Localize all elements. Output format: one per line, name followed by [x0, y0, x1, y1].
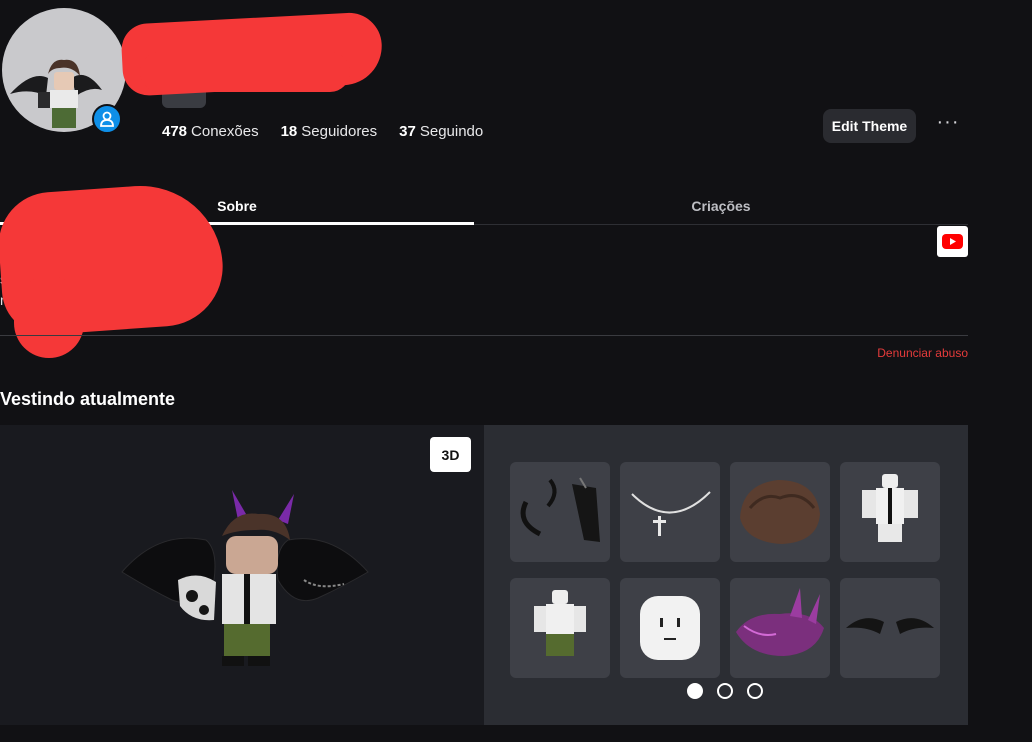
stat-label: Seguidores — [301, 123, 378, 140]
stat-connections[interactable]: 478 Conexões — [162, 123, 259, 140]
redaction-mark — [140, 52, 350, 92]
wearing-title: Vestindo atualmente — [0, 389, 176, 409]
youtube-icon — [942, 234, 963, 249]
wearing-item[interactable] — [840, 462, 940, 562]
stat-following[interactable]: 37 Seguindo — [399, 123, 483, 140]
stat-followers[interactable]: 18 Seguidores — [281, 123, 378, 140]
user-icon — [100, 111, 114, 127]
profile-stats: 478 Conexões 18 Seguidores 37 Seguindo — [162, 123, 483, 140]
carousel-dot[interactable] — [747, 683, 763, 699]
white-shirt-icon — [862, 474, 918, 542]
carousel-dot[interactable] — [717, 683, 733, 699]
stat-label: Conexões — [191, 123, 259, 140]
section-divider — [0, 335, 968, 336]
cross-necklace-icon — [631, 491, 711, 536]
white-shirt-green-pants-icon — [534, 590, 586, 656]
black-wings-icon — [846, 618, 934, 634]
report-abuse-link[interactable]: Denunciar abuso — [860, 346, 968, 360]
purple-horns-icon — [736, 588, 824, 656]
wearing-item[interactable] — [620, 578, 720, 678]
brown-hair-icon — [740, 480, 820, 544]
carousel-dot[interactable] — [687, 683, 703, 699]
more-options-icon[interactable]: ··· — [933, 110, 963, 138]
wearing-item[interactable] — [510, 462, 610, 562]
wearing-item[interactable] — [620, 462, 720, 562]
wearing-item[interactable] — [730, 578, 830, 678]
stat-count: 18 — [280, 123, 298, 140]
online-status-badge — [92, 104, 122, 134]
toggle-3d-button[interactable]: 3D — [430, 437, 471, 472]
stat-count: 478 — [162, 123, 188, 140]
tab-creations[interactable]: Criações — [474, 188, 968, 224]
bag-straps-icon — [520, 477, 600, 542]
tab-divider — [474, 224, 968, 225]
stat-label: Seguindo — [419, 123, 484, 140]
wearing-item[interactable] — [510, 578, 610, 678]
edit-theme-button[interactable]: Edit Theme — [823, 109, 916, 143]
wearing-item[interactable] — [730, 462, 830, 562]
stat-count: 37 — [399, 123, 416, 140]
blank-face-head-icon — [640, 596, 700, 660]
redaction-mark — [14, 276, 84, 358]
avatar-3d-figure — [121, 490, 369, 666]
youtube-link[interactable] — [937, 226, 968, 257]
wearing-item[interactable] — [840, 578, 940, 678]
